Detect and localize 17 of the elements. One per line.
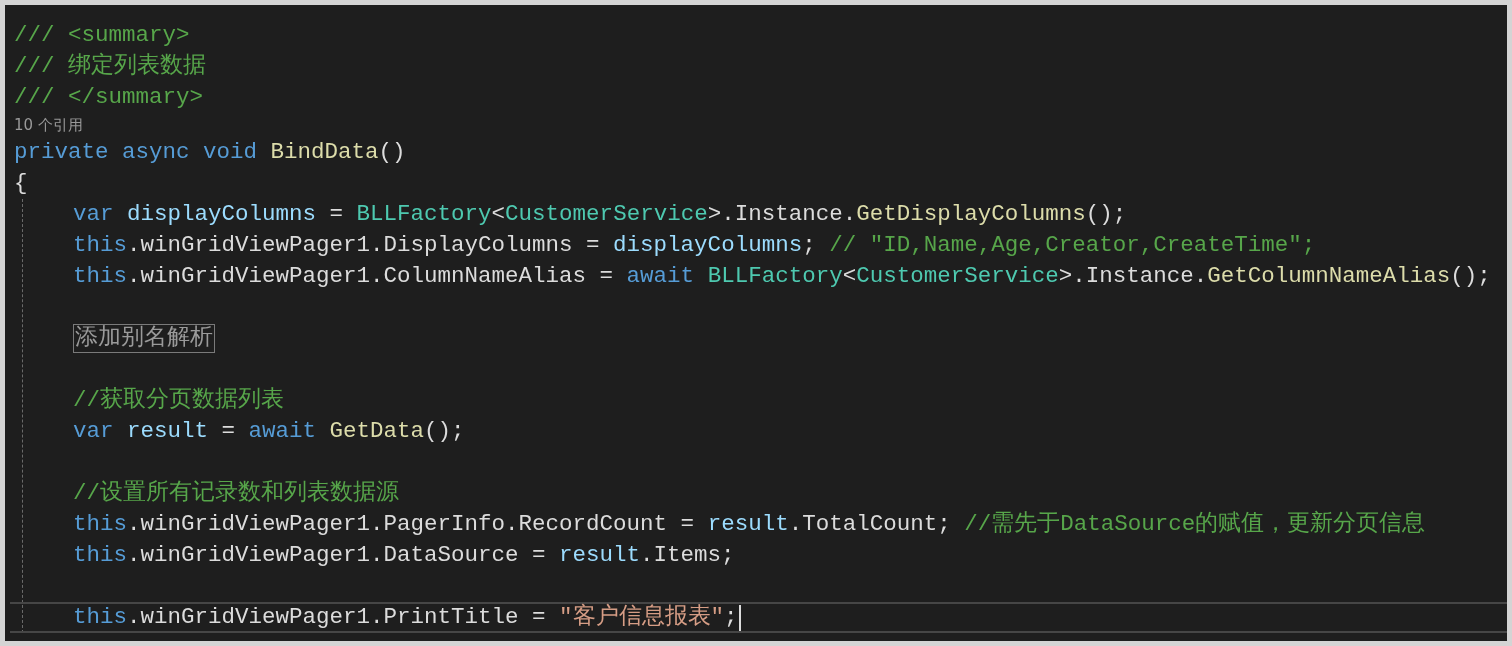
code-line: var displayColumns = BLLFactory<CustomerService>.Instance.GetDisplayColumns(); [73,200,1127,229]
code-line: this.winGridViewPager1.DataSource = result.Items; [73,541,735,570]
code-line: /// 绑定列表数据 [14,52,206,81]
code-line: /// </summary> [14,83,204,112]
reference-count-link[interactable]: 10 个引用 [14,113,83,137]
code-line: var result = await GetData(); [73,417,465,446]
code-line: //设置所有记录数和列表数据源 [73,479,399,508]
code-line: this.winGridViewPager1.DisplayColumns = displayColumns; // "ID,Name,Age,Creator,CreateTime"; [73,231,1316,260]
collapsed-region[interactable]: 添加别名解析 [73,324,215,353]
code-line: this.winGridViewPager1.PrintTitle = "客户信息报表"; [73,602,738,632]
text-caret [738,604,741,631]
code-line: { [14,169,28,198]
code-line: private async void BindData() [14,138,406,167]
code-line: //获取分页数据列表 [73,386,284,415]
code-line: this.winGridViewPager1.ColumnNameAlias = await BLLFactory<CustomerService>.Instance.GetColumnNameAlias(); [73,262,1491,291]
code-line: /// <summary> [14,21,190,50]
code-line: this.winGridViewPager1.PagerInfo.RecordCount = result.TotalCount; //需先于DataSource的赋值，更新分页信息 [73,509,1426,539]
